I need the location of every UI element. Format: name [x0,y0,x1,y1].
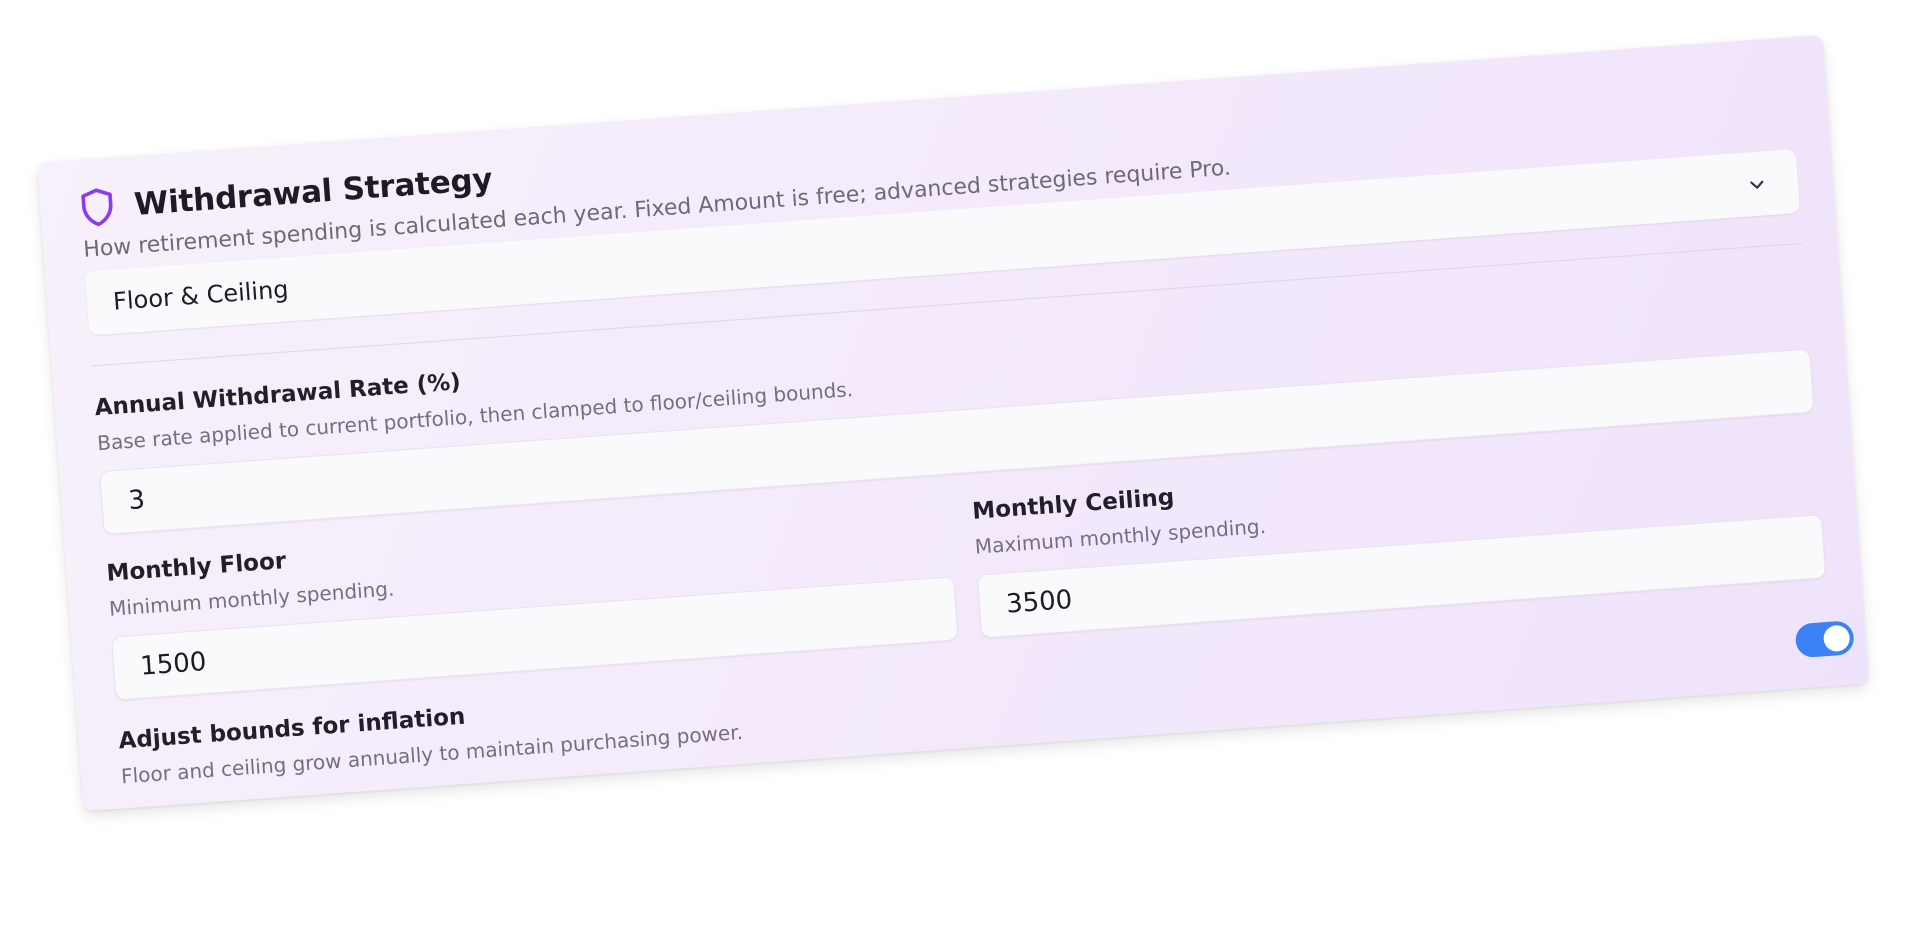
monthly-ceiling-value: 3500 [1005,584,1074,620]
withdrawal-strategy-card: Withdrawal Strategy How retirement spend… [37,34,1869,812]
monthly-floor-label: Monthly Floor [105,548,287,587]
page: Withdrawal Strategy How retirement spend… [0,0,1912,947]
inflation-adjust-toggle[interactable] [1794,620,1855,659]
withdrawal-rate-value: 3 [127,485,147,517]
chevron-down-icon [1750,180,1764,189]
shield-icon [81,188,113,227]
monthly-ceiling-label: Monthly Ceiling [971,484,1176,525]
strategy-select-value: Floor & Ceiling [112,275,290,316]
monthly-floor-value: 1500 [139,647,208,682]
toggle-knob [1822,624,1851,653]
